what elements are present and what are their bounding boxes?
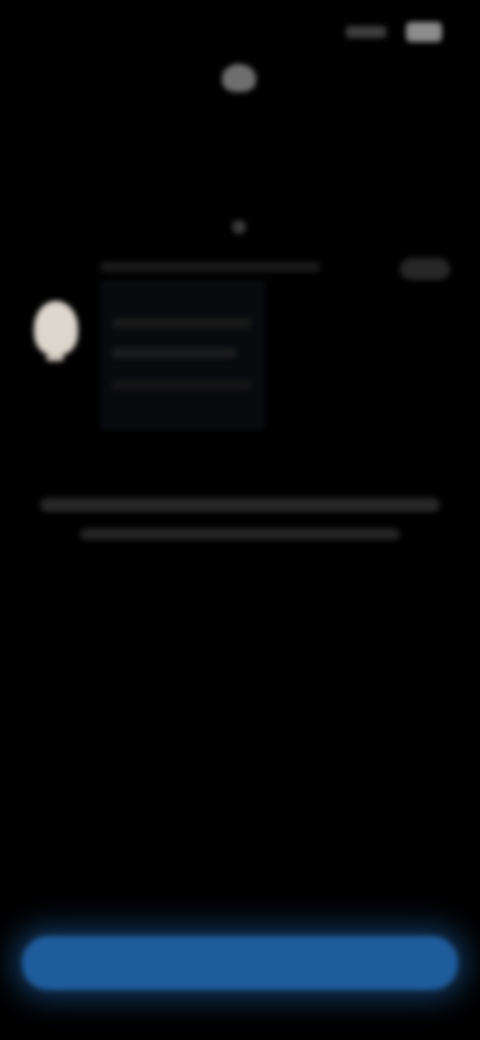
bell-icon bbox=[20, 295, 90, 365]
chevron-down-icon bbox=[232, 220, 246, 234]
notification-text-line bbox=[112, 348, 237, 358]
card-header-line bbox=[100, 262, 320, 272]
primary-button[interactable] bbox=[22, 936, 458, 990]
signal-icon bbox=[346, 26, 386, 38]
notification-preview-card bbox=[0, 250, 480, 470]
status-bar bbox=[0, 14, 480, 46]
description-text bbox=[40, 490, 440, 550]
card-badge bbox=[400, 258, 450, 280]
notification-text-line bbox=[112, 380, 252, 390]
notification-text-line bbox=[112, 318, 252, 328]
description-line bbox=[40, 498, 440, 512]
description-line bbox=[80, 528, 400, 540]
page-subtitle bbox=[175, 175, 305, 205]
page-title bbox=[150, 114, 330, 142]
battery-icon bbox=[406, 22, 442, 42]
status-icons bbox=[338, 22, 448, 42]
notification-icon bbox=[222, 64, 256, 92]
